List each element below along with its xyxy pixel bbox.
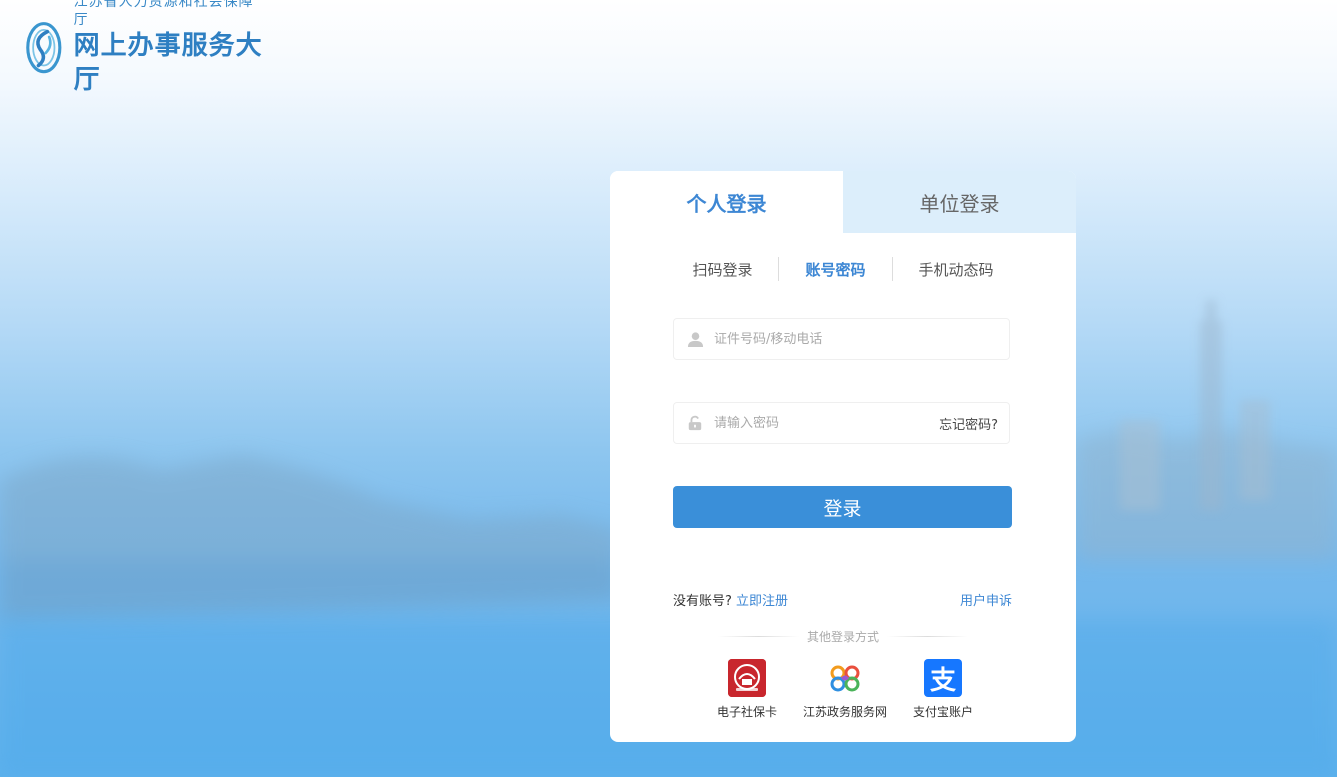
org-name: 江苏省人力资源和社会保障厅 — [73, 0, 254, 28]
alipay-label: 支付宝账户 — [912, 705, 973, 719]
register-link[interactable]: 立即注册 — [736, 594, 788, 609]
hrss-emblem-icon — [26, 22, 62, 74]
tab-unit-login[interactable]: 单位登录 — [843, 171, 1076, 233]
alt-login-options: 电子社保卡 江苏政务服务网 支 支付宝账户 — [700, 659, 990, 721]
login-method-tabs: 扫码登录 账号密码 手机动态码 — [610, 256, 1076, 282]
forgot-password-link[interactable]: 忘记密码? — [939, 414, 998, 433]
site-logo[interactable]: 江苏省人力资源和社会保障厅 网上办事服务大厅 — [26, 0, 266, 95]
other-login-divider: 其他登录方式 — [718, 628, 969, 644]
id-field-container — [673, 318, 1010, 360]
alt-login-alipay[interactable]: 支 支付宝账户 — [896, 659, 990, 721]
divider-line — [887, 635, 969, 637]
password-input[interactable] — [712, 414, 940, 432]
social-security-card-icon — [728, 659, 766, 697]
no-account-text: 没有账号? — [673, 593, 732, 609]
register-row: 没有账号? 立即注册 用户申诉 — [673, 590, 1012, 609]
login-type-tabs: 个人登录 单位登录 — [610, 171, 1076, 233]
complaint-link[interactable]: 用户申诉 — [960, 590, 1012, 609]
tab-personal-login[interactable]: 个人登录 — [610, 171, 843, 233]
divider-line — [718, 635, 799, 637]
jiangsu-gov-label: 江苏政务服务网 — [802, 705, 887, 719]
social-card-label: 电子社保卡 — [716, 705, 777, 719]
tab-qr-login[interactable]: 扫码登录 — [666, 259, 778, 280]
alipay-icon: 支 — [924, 659, 962, 697]
tab-account-password[interactable]: 账号密码 — [779, 259, 891, 280]
jiangsu-gov-service-icon — [826, 659, 864, 697]
password-field-container: 忘记密码? — [673, 402, 1010, 444]
other-login-label: 其他登录方式 — [807, 629, 880, 644]
tab-sms-code[interactable]: 手机动态码 — [893, 259, 1020, 280]
alt-login-jiangsu-gov[interactable]: 江苏政务服务网 — [798, 659, 892, 721]
alt-login-social-card[interactable]: 电子社保卡 — [700, 659, 794, 721]
lock-icon — [686, 414, 704, 432]
id-number-input[interactable] — [712, 330, 1009, 348]
login-button[interactable]: 登录 — [673, 486, 1012, 528]
login-card: 个人登录 单位登录 扫码登录 账号密码 手机动态码 忘记密码? 登录 — [610, 171, 1076, 742]
user-icon — [686, 330, 704, 348]
portal-name: 网上办事服务大厅 — [73, 31, 263, 95]
